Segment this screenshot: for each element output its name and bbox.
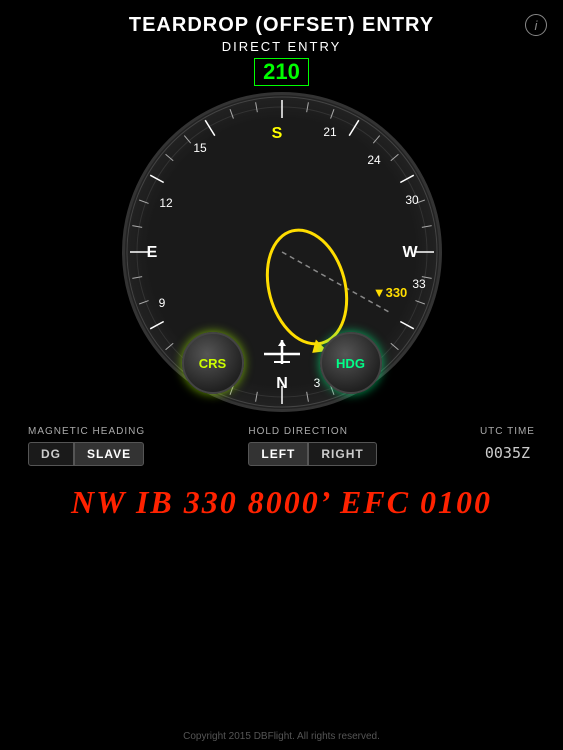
- crs-button[interactable]: CRS: [182, 332, 244, 394]
- hold-direction-group: HOLD DIRECTION LEFT RIGHT: [248, 426, 376, 466]
- svg-text:9: 9: [158, 296, 165, 310]
- slave-button[interactable]: SLAVE: [74, 442, 144, 466]
- crs-label: CRS: [199, 356, 226, 371]
- controls-section: MAGNETIC HEADING DG SLAVE HOLD DIRECTION…: [0, 416, 563, 466]
- svg-text:33: 33: [412, 277, 426, 291]
- left-button[interactable]: LEFT: [248, 442, 308, 466]
- magnetic-heading-label: MAGNETIC HEADING: [28, 426, 145, 437]
- magnetic-heading-group: MAGNETIC HEADING DG SLAVE: [28, 426, 145, 466]
- svg-text:▼330: ▼330: [372, 285, 407, 300]
- svg-text:12: 12: [159, 196, 173, 210]
- clearance-text: NW IB 330 8000’ EFC 0100: [0, 484, 563, 521]
- dg-slave-buttons: DG SLAVE: [28, 442, 144, 466]
- hdg-button[interactable]: HDG: [320, 332, 382, 394]
- hold-direction-label: HOLD DIRECTION: [248, 426, 348, 437]
- page-title: TEARDROP (OFFSET) ENTRY: [0, 14, 563, 37]
- utc-group: UTC TIME 0035Z: [480, 426, 535, 462]
- compass: S W N E 21 24 30 33 3 6 9 12 15 ▼330: [122, 92, 442, 412]
- copyright-text: Copyright 2015 DBFlight. All rights rese…: [0, 731, 563, 742]
- svg-text:30: 30: [405, 193, 419, 207]
- info-icon[interactable]: i: [525, 14, 547, 36]
- svg-text:S: S: [271, 125, 282, 142]
- course-value: 210: [254, 58, 309, 86]
- dg-button[interactable]: DG: [28, 442, 74, 466]
- utc-label: UTC TIME: [480, 426, 535, 437]
- right-button[interactable]: RIGHT: [308, 442, 376, 466]
- svg-text:21: 21: [323, 125, 337, 139]
- utc-value: 0035Z: [485, 444, 530, 462]
- page-subtitle: DIRECT ENTRY: [0, 39, 563, 54]
- svg-text:W: W: [402, 244, 418, 261]
- hdg-label: HDG: [336, 356, 365, 371]
- svg-text:3: 3: [313, 376, 320, 390]
- svg-text:24: 24: [367, 153, 381, 167]
- svg-text:E: E: [146, 244, 157, 261]
- svg-text:15: 15: [193, 141, 207, 155]
- svg-text:N: N: [276, 375, 288, 392]
- left-right-buttons: LEFT RIGHT: [248, 442, 376, 466]
- compass-svg: S W N E 21 24 30 33 3 6 9 12 15 ▼330: [122, 92, 442, 412]
